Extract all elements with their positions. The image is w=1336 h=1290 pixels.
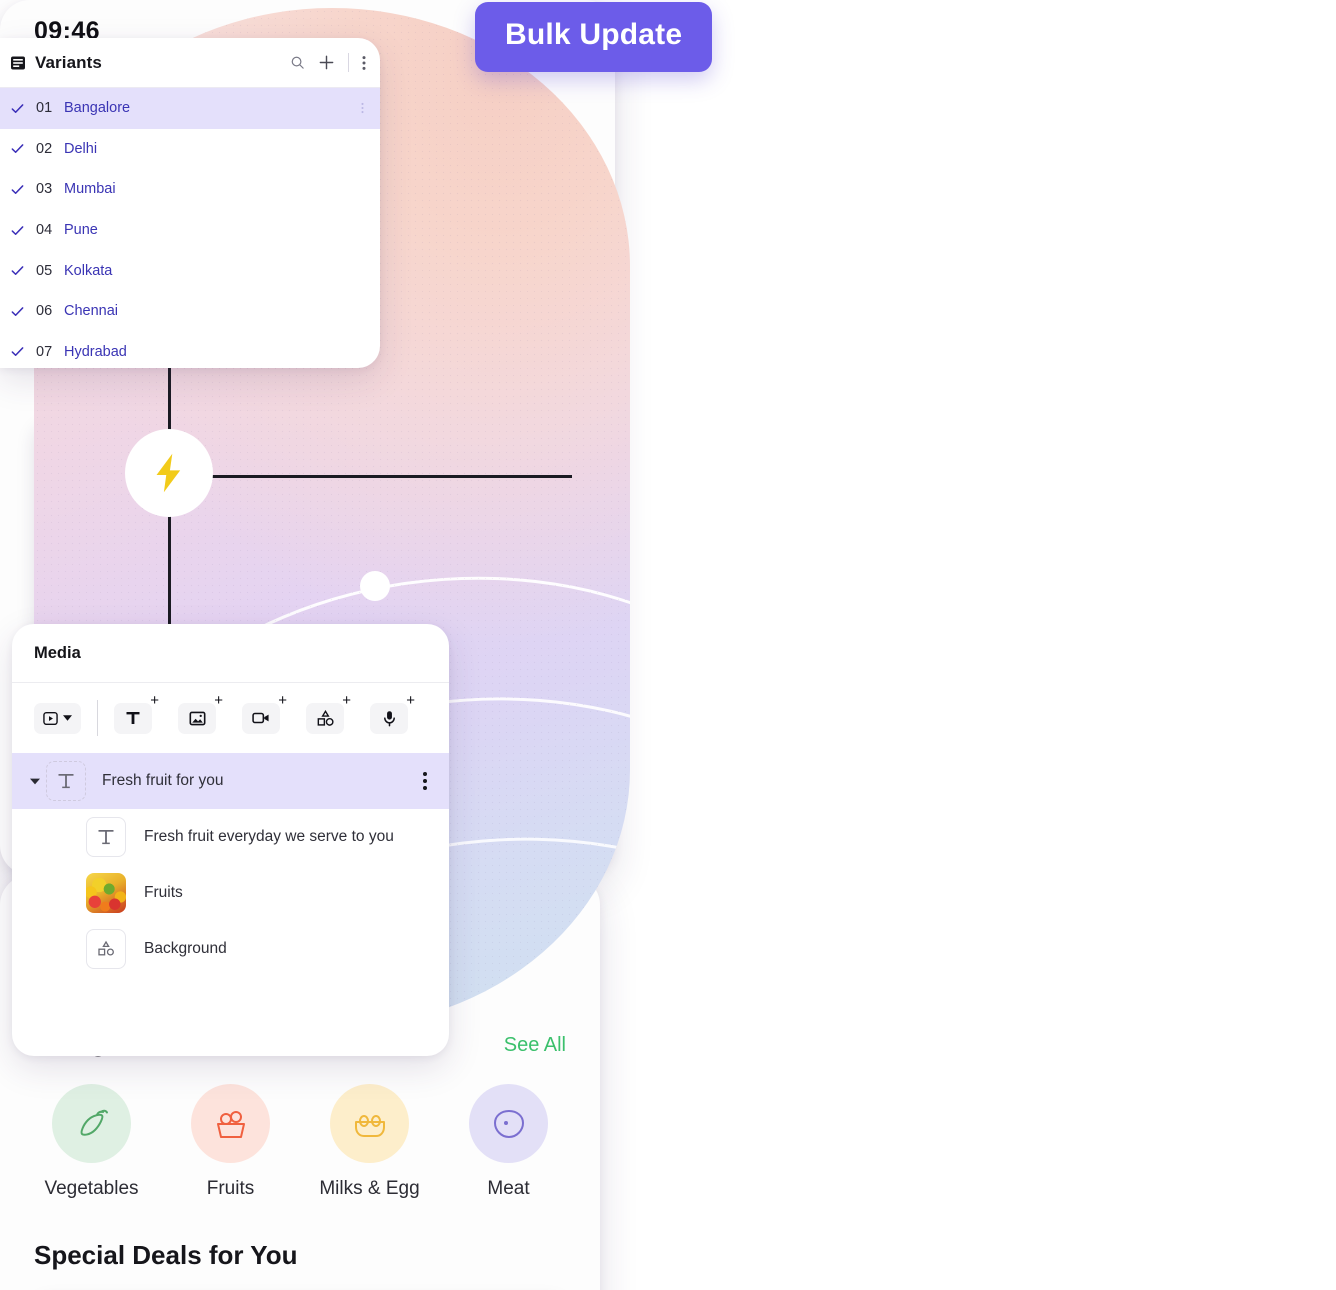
variant-name: Mumbai — [64, 181, 116, 198]
categories-see-all-link[interactable]: See All — [504, 1034, 566, 1057]
layer-row-text-parent[interactable]: Fresh fruit for you — [12, 753, 449, 809]
check-icon — [10, 344, 27, 359]
category-milks-egg[interactable]: Milks & Egg — [300, 1084, 439, 1200]
layer-label: Fresh fruit everyday we serve to you — [144, 828, 394, 845]
connector-line-horizontal — [212, 475, 572, 478]
lightning-bolt-icon — [147, 448, 191, 498]
chevron-down-icon — [62, 715, 72, 721]
add-text-button[interactable]: + — [114, 693, 159, 734]
plus-icon[interactable] — [318, 54, 335, 71]
variants-header: Variants — [0, 38, 380, 88]
variant-name: Delhi — [64, 140, 98, 157]
variant-number: 03 — [36, 181, 53, 198]
image-icon — [189, 710, 206, 727]
more-vertical-icon[interactable] — [362, 55, 366, 71]
chevron-down-icon[interactable] — [24, 778, 46, 785]
plus-icon: + — [342, 691, 351, 709]
variant-row-5[interactable]: 05 Kolkata — [0, 250, 380, 291]
layer-row-text-child[interactable]: Fresh fruit everyday we serve to you — [12, 809, 449, 865]
add-shape-button[interactable]: + — [306, 693, 351, 734]
plus-icon: + — [278, 691, 287, 709]
category-fruits[interactable]: Fruits — [161, 1084, 300, 1200]
layer-label: Fruits — [144, 884, 183, 901]
variants-panel: Variants 01 Bangalore 02 Delhi 03 Mumbai… — [0, 38, 380, 368]
variant-row-4[interactable]: 04 Pune — [0, 210, 380, 251]
connector-node-dot — [360, 571, 390, 601]
text-icon — [125, 710, 141, 726]
variant-name: Kolkata — [64, 262, 113, 279]
toolbar-divider — [97, 700, 98, 736]
check-icon — [10, 141, 27, 156]
variant-row-3[interactable]: 03 Mumbai — [0, 169, 380, 210]
text-layer-icon — [46, 761, 86, 801]
media-title: Media — [34, 643, 81, 662]
variant-name: Chennai — [64, 303, 119, 320]
media-header: Media — [12, 624, 449, 683]
check-icon — [10, 263, 27, 278]
play-square-icon — [43, 711, 59, 726]
variant-row-6[interactable]: 06 Chennai — [0, 291, 380, 332]
variant-row-1[interactable]: 01 Bangalore — [0, 88, 380, 129]
variant-name: Bangalore — [64, 100, 131, 117]
layer-label: Fresh fruit for you — [102, 772, 224, 789]
layer-label: Background — [144, 940, 227, 957]
check-icon — [10, 182, 27, 197]
category-meat[interactable]: Meat — [439, 1084, 578, 1200]
bulk-update-button[interactable]: Bulk Update — [475, 2, 713, 72]
egg-carton-icon — [330, 1084, 409, 1163]
variant-number: 07 — [36, 343, 53, 360]
variants-title: Variants — [35, 52, 102, 72]
variant-number: 05 — [36, 262, 53, 279]
check-icon — [10, 223, 27, 238]
screenshot-root: Variants 01 Bangalore 02 Delhi 03 Mumbai… — [0, 0, 1336, 1290]
layer-row-background[interactable]: Background — [12, 921, 449, 977]
variant-number: 04 — [36, 222, 53, 239]
variant-name: Pune — [64, 222, 98, 239]
search-icon[interactable] — [290, 55, 305, 70]
more-vertical-icon[interactable] — [423, 772, 427, 790]
image-layer-thumb — [86, 873, 126, 913]
text-layer-icon — [86, 817, 126, 857]
variant-number: 02 — [36, 140, 53, 157]
variant-row-2[interactable]: 02 Delhi — [0, 129, 380, 170]
category-label: Fruits — [206, 1178, 255, 1199]
plus-icon: + — [406, 691, 415, 709]
layer-row-image[interactable]: Fruits — [12, 865, 449, 921]
steak-icon — [469, 1084, 548, 1163]
toolbar-divider — [348, 53, 349, 72]
microphone-icon — [382, 710, 397, 727]
category-label: Milks & Egg — [319, 1178, 420, 1199]
video-icon — [252, 710, 270, 726]
variant-name: Hydrabad — [64, 343, 127, 360]
lightning-bolt-badge — [125, 429, 213, 517]
add-audio-button[interactable]: + — [370, 693, 415, 734]
add-video-button[interactable]: + — [242, 693, 287, 734]
check-icon — [10, 101, 27, 116]
scene-dropdown-button[interactable] — [34, 702, 81, 734]
variant-row-7[interactable]: 07 Hydrabad — [0, 332, 380, 368]
more-vertical-icon[interactable] — [361, 101, 364, 115]
category-label: Meat — [487, 1178, 530, 1199]
plus-icon: + — [150, 691, 159, 709]
carrot-icon — [52, 1084, 131, 1163]
variant-number: 01 — [36, 100, 53, 117]
shapes-icon — [317, 709, 334, 727]
variants-list-icon — [10, 55, 26, 71]
media-toolbar: + + + + + — [12, 683, 449, 753]
category-vegetables[interactable]: Vegetables — [22, 1084, 161, 1200]
fruit-basket-icon — [191, 1084, 270, 1163]
fruit-thumbnail-image — [86, 873, 126, 913]
add-image-button[interactable]: + — [178, 693, 223, 734]
variant-number: 06 — [36, 303, 53, 320]
category-label: Vegetables — [44, 1178, 139, 1199]
special-deals-heading: Special Deals for You — [34, 1240, 298, 1270]
shapes-layer-icon — [86, 929, 126, 969]
media-panel: Media + + + + + Fresh fruit for you Fres… — [12, 624, 449, 1056]
plus-icon: + — [214, 691, 223, 709]
check-icon — [10, 304, 27, 319]
